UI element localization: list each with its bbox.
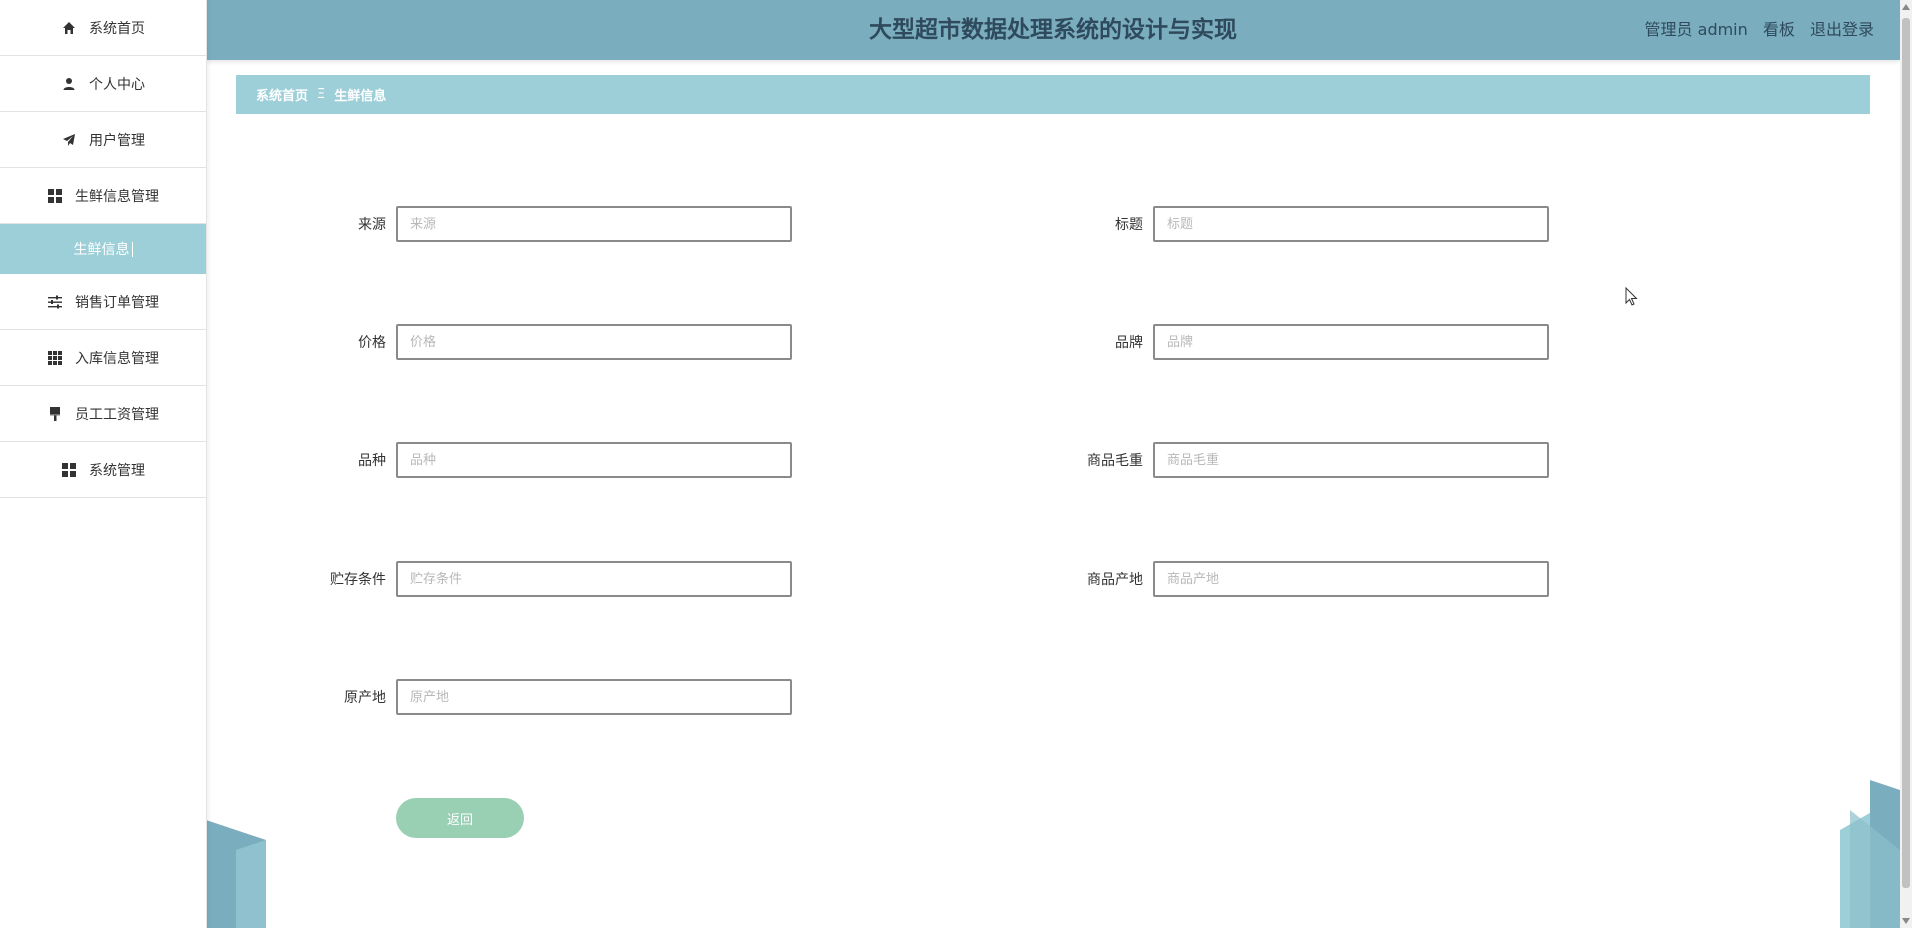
- form-row-gross-weight: 商品毛重: [1023, 442, 1549, 478]
- scrollbar-thumb[interactable]: [1902, 18, 1910, 888]
- sidebar-item-profile[interactable]: 个人中心: [0, 56, 206, 112]
- field-label-product-origin: 商品产地: [1087, 572, 1143, 588]
- form-row-storage: 贮存条件: [266, 561, 792, 597]
- storage-condition-input[interactable]: [396, 561, 792, 597]
- sidebar-item-label: 系统首页: [89, 20, 145, 37]
- sidebar: 系统首页 个人中心 用户管理 生鲜信息管理 生鲜信息 销售订单管理 入库信息管理: [0, 0, 207, 928]
- breadcrumb-home[interactable]: 系统首页: [256, 85, 308, 104]
- send-icon: [61, 132, 77, 148]
- form-row-title: 标题: [1023, 206, 1549, 242]
- sidebar-item-system[interactable]: 系统管理: [0, 442, 206, 498]
- variety-input[interactable]: [396, 442, 792, 478]
- form-row-variety: 品种: [266, 442, 792, 478]
- form-row-product-origin: 商品产地: [1023, 561, 1549, 597]
- field-label-origin: 原产地: [344, 690, 386, 706]
- field-label-brand: 品牌: [1115, 335, 1143, 351]
- form-row-source: 来源: [266, 206, 792, 242]
- sidebar-item-label: 个人中心: [89, 76, 145, 93]
- gross-weight-input[interactable]: [1153, 442, 1549, 478]
- apps-icon: [47, 350, 63, 366]
- header-actions: 管理员 admin 看板 退出登录: [1635, 0, 1874, 60]
- admin-user-label: 管理员 admin: [1644, 20, 1748, 39]
- page-scrollbar[interactable]: [1900, 0, 1912, 928]
- breadcrumb-current: 生鲜信息: [334, 89, 387, 104]
- brand-input[interactable]: [1153, 324, 1549, 360]
- origin-input[interactable]: [396, 679, 792, 715]
- brush-icon: [47, 406, 63, 422]
- sidebar-item-label: 生鲜信息: [73, 242, 130, 258]
- scroll-up-arrow-icon[interactable]: [1902, 4, 1910, 10]
- product-origin-input[interactable]: [1153, 561, 1549, 597]
- sidebar-item-label: 系统管理: [89, 462, 145, 479]
- sidebar-item-label: 销售订单管理: [75, 294, 159, 311]
- text-cursor: [131, 241, 133, 257]
- form-row-price: 价格: [266, 324, 792, 360]
- sliders-icon: [47, 294, 63, 310]
- sidebar-item-label: 生鲜信息管理: [75, 188, 159, 205]
- sidebar-item-home[interactable]: 系统首页: [0, 0, 206, 56]
- field-label-gross-weight: 商品毛重: [1087, 453, 1143, 469]
- sidebar-item-users[interactable]: 用户管理: [0, 112, 206, 168]
- top-header: 大型超市数据处理系统的设计与实现 管理员 admin 看板 退出登录: [206, 0, 1900, 60]
- sidebar-subitem-fresh-info[interactable]: 生鲜信息: [0, 224, 206, 274]
- home-icon: [61, 20, 77, 36]
- form-row-brand: 品牌: [1023, 324, 1549, 360]
- breadcrumb-separator: Ξ: [317, 87, 326, 102]
- back-button[interactable]: 返回: [396, 798, 524, 838]
- breadcrumb: 系统首页 Ξ 生鲜信息: [236, 75, 1870, 114]
- form-row-origin: 原产地: [266, 679, 792, 715]
- field-label-storage: 贮存条件: [330, 572, 386, 588]
- field-label-title: 标题: [1115, 217, 1143, 233]
- sidebar-item-label: 用户管理: [89, 132, 145, 149]
- field-label-source: 来源: [358, 217, 386, 233]
- field-label-variety: 品种: [358, 453, 386, 469]
- board-link[interactable]: 看板: [1763, 20, 1795, 39]
- sidebar-item-inbound[interactable]: 入库信息管理: [0, 330, 206, 386]
- mouse-pointer-icon: [1625, 287, 1638, 306]
- sidebar-item-label: 入库信息管理: [75, 350, 159, 367]
- sidebar-item-fresh-management[interactable]: 生鲜信息管理: [0, 168, 206, 224]
- source-input[interactable]: [396, 206, 792, 242]
- scroll-down-arrow-icon[interactable]: [1902, 918, 1910, 924]
- user-icon: [61, 76, 77, 92]
- logout-link[interactable]: 退出登录: [1810, 20, 1874, 39]
- background-decoration-right: [1840, 780, 1900, 928]
- sidebar-item-sales-orders[interactable]: 销售订单管理: [0, 274, 206, 330]
- price-input[interactable]: [396, 324, 792, 360]
- title-input[interactable]: [1153, 206, 1549, 242]
- grid-icon: [47, 188, 63, 204]
- sidebar-item-salary[interactable]: 员工工资管理: [0, 386, 206, 442]
- sidebar-item-label: 员工工资管理: [75, 406, 159, 423]
- grid-icon: [61, 462, 77, 478]
- field-label-price: 价格: [358, 335, 386, 351]
